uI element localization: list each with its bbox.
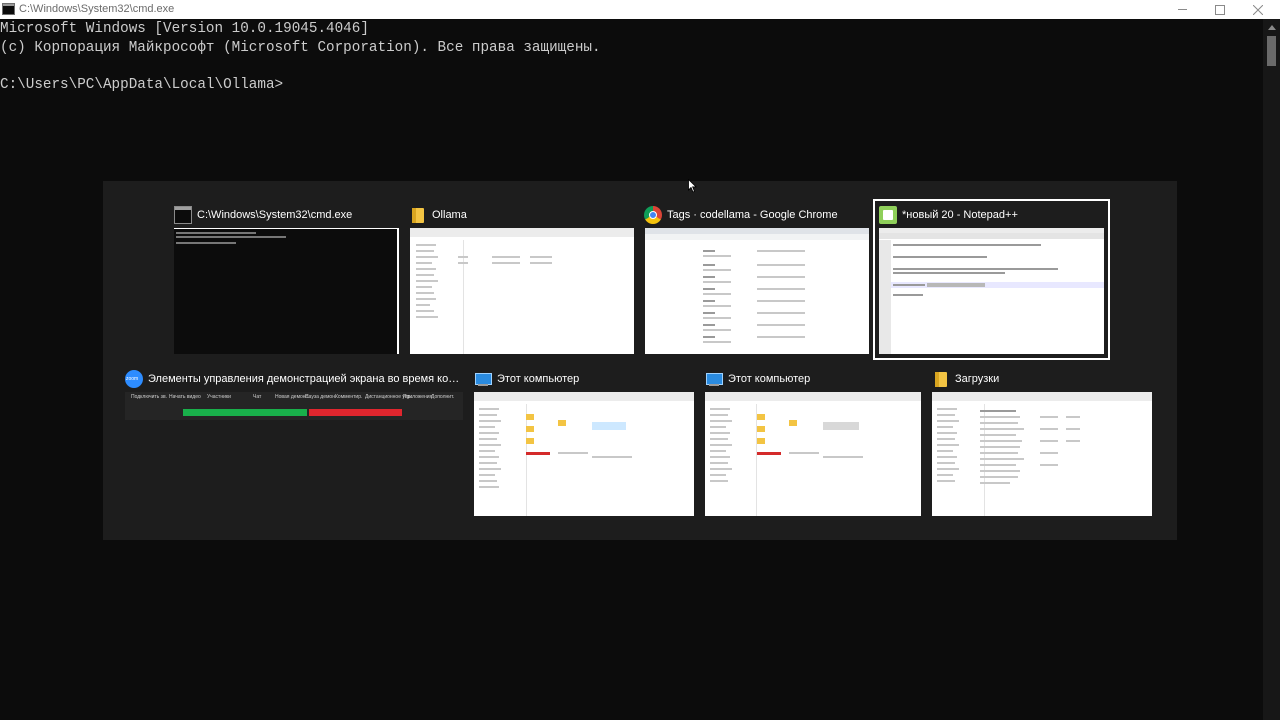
close-button[interactable] [1240,0,1276,19]
window-title: Tags · codellama - Google Chrome [667,209,838,221]
window-title: Ollama [432,209,467,221]
mouse-cursor-icon [688,179,697,193]
maximize-button[interactable] [1201,0,1237,19]
switcher-window-zoom-controls[interactable]: Элементы управления демонстрацией экрана… [125,367,463,427]
title-bar: C:\Windows\System32\cmd.exe [0,0,1280,19]
this-pc-icon [705,370,723,388]
window-thumbnail [174,228,399,354]
close-icon [1253,5,1263,15]
switcher-window-this-pc-2[interactable]: Этот компьютер [705,367,921,517]
console-line: ​ [0,57,601,76]
switcher-window-downloads[interactable]: Загрузки [932,367,1152,517]
console-prompt: C:\Users\PC\AppData\Local\Ollama> [0,76,284,93]
scrollbar-thumb[interactable] [1267,36,1276,66]
window-title: Этот компьютер [728,373,811,385]
window-thumbnail [645,228,869,354]
switcher-window-cmd[interactable]: C:\Windows\System32\cmd.exe [174,203,402,358]
switcher-window-ollama[interactable]: Ollama [409,203,634,358]
vertical-scrollbar[interactable] [1263,19,1280,720]
zoom-stop-share-button[interactable] [309,409,402,416]
scroll-up-icon[interactable] [1268,25,1276,30]
task-switcher: C:\Windows\System32\cmd.exe Ollama Tags … [103,181,1177,540]
window-thumbnail [879,228,1104,354]
chrome-icon [644,206,662,224]
notepad-plus-plus-icon [879,206,897,224]
window-thumbnail [705,392,921,516]
switcher-window-notepadpp[interactable]: *новый 20 - Notepad++ [873,199,1110,360]
this-pc-icon [474,370,492,388]
console-line: Microsoft Windows [Version 10.0.19045.40… [0,21,369,37]
window-title: C:\Windows\System32\cmd.exe [197,209,353,221]
window-title: *новый 20 - Notepad++ [902,209,1018,221]
folder-icon [409,206,427,224]
window-title: Загрузки [955,373,1000,385]
console-line: (c) Корпорация Майкрософт (Microsoft Cor… [0,39,601,56]
folder-icon [932,370,950,388]
cmd-app-icon [2,3,15,15]
window-thumbnail [932,392,1152,516]
window-thumbnail [410,228,634,354]
zoom-sharing-indicator [183,409,307,416]
cmd-icon [174,206,192,224]
zoom-icon [125,370,143,388]
minimize-button[interactable] [1165,0,1201,19]
window-title: Этот компьютер [497,373,580,385]
window-thumbnail: Подключить зв. Начать видео Участники Ча… [125,392,463,420]
switcher-window-chrome[interactable]: Tags · codellama - Google Chrome [644,203,869,358]
switcher-window-this-pc-1[interactable]: Этот компьютер [474,367,694,517]
window-thumbnail [474,392,694,516]
window-title: Элементы управления демонстрацией экрана… [148,373,463,385]
window-title: C:\Windows\System32\cmd.exe [19,3,175,15]
console-output[interactable]: Microsoft Windows [Version 10.0.19045.40… [0,20,601,94]
